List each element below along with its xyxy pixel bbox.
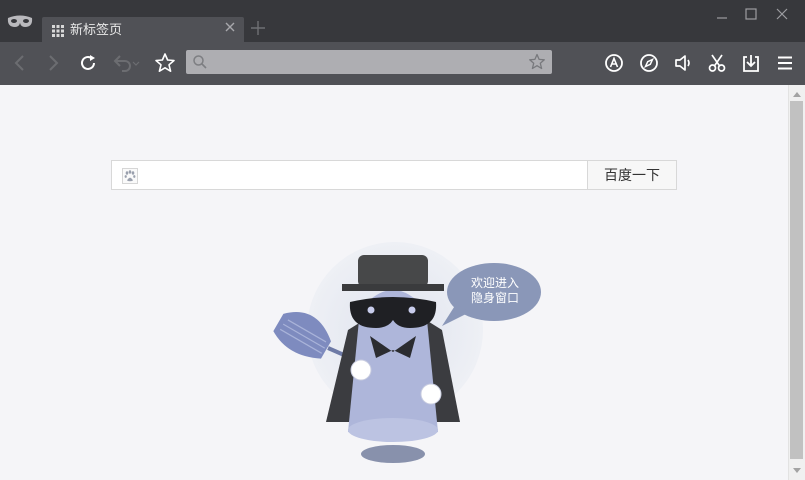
back-button[interactable] <box>9 52 31 74</box>
apps-grid-icon <box>52 25 64 37</box>
incognito-mascot-illustration <box>273 242 541 463</box>
incognito-mask-icon <box>7 15 33 27</box>
address-bar[interactable] <box>186 50 552 74</box>
hamburger-menu-icon <box>778 56 792 70</box>
vertical-scrollbar[interactable] <box>788 85 805 480</box>
window-close-icon[interactable] <box>774 6 790 22</box>
star-icon <box>155 53 175 72</box>
minimize-icon[interactable] <box>714 6 730 22</box>
tab-title: 新标签页 <box>70 22 123 37</box>
baidu-search-box[interactable] <box>111 160 588 190</box>
screenshot-button[interactable] <box>706 52 728 74</box>
reload-icon <box>81 55 95 70</box>
bubble-line-1: 欢迎进入 <box>470 276 519 290</box>
tab-new-tab[interactable]: 新标签页 <box>42 17 244 43</box>
compass-icon <box>640 54 658 72</box>
speaker-icon <box>675 55 690 71</box>
download-button[interactable] <box>740 52 762 74</box>
search-icon <box>193 55 207 69</box>
title-bar: 新标签页 <box>0 0 805 43</box>
adblock-button[interactable] <box>603 52 625 74</box>
baidu-paw-icon <box>122 168 138 184</box>
scrollbar-thumb[interactable] <box>790 101 803 459</box>
menu-button[interactable] <box>774 52 796 74</box>
close-icon[interactable] <box>224 21 236 33</box>
reload-button[interactable] <box>77 52 99 74</box>
mute-button[interactable] <box>672 52 694 74</box>
scissors-icon <box>708 54 726 72</box>
scroll-up-arrow-icon[interactable] <box>793 91 801 97</box>
search-input[interactable] <box>146 165 580 187</box>
chevron-right-icon <box>49 55 59 71</box>
address-input[interactable] <box>212 52 526 74</box>
bookmark-star-icon[interactable] <box>528 53 546 71</box>
chevron-left-icon <box>14 55 24 71</box>
bubble-line-2: 隐身窗口 <box>470 291 519 305</box>
adblock-a-icon <box>605 54 623 72</box>
download-icon <box>743 55 759 72</box>
search-button[interactable]: 百度一下 <box>587 160 677 190</box>
compass-button[interactable] <box>638 52 660 74</box>
undo-close-tab-button[interactable] <box>110 52 144 74</box>
maximize-icon[interactable] <box>743 6 759 22</box>
forward-button[interactable] <box>42 52 64 74</box>
scroll-down-arrow-icon[interactable] <box>793 468 801 474</box>
speech-bubble-text: 欢迎进入 隐身窗口 <box>451 276 539 306</box>
new-tab-plus-icon[interactable] <box>250 20 266 36</box>
bookmark-button[interactable] <box>154 52 176 74</box>
undo-icon <box>113 55 140 72</box>
